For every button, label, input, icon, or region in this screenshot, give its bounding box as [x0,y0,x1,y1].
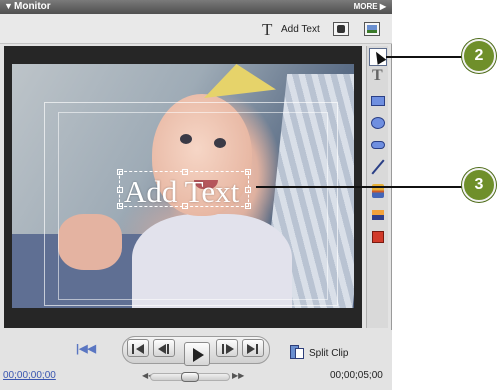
step-back-button[interactable] [153,339,175,357]
play-button[interactable] [184,342,210,366]
resize-handle[interactable] [245,203,251,209]
shuttle-right-icon[interactable]: ▶▶ [232,371,244,380]
collapse-triangle-icon[interactable]: ▼ [4,1,13,11]
monitor-panel: ▼ Monitor MORE ▶ T Add Text Add Text T |… [0,0,392,390]
clip-half [295,348,304,359]
split-clip-icon[interactable] [290,345,304,359]
go-to-in-point-button[interactable] [127,339,149,357]
more-label: MORE [353,2,378,11]
resize-handle[interactable] [117,203,123,209]
rounded-rectangle-icon [371,141,385,149]
shadow-icon [372,210,384,220]
callout-leader-line [256,186,466,188]
split-clip-button[interactable]: Split Clip [309,348,348,359]
type-tool-button[interactable]: T [369,67,387,86]
forward-icon [226,344,234,354]
bar-glyph [132,344,134,354]
duration-timecode: 00;00;05;00 [330,370,383,381]
panel-title-bar: ▼ Monitor MORE ▶ [0,0,392,14]
add-text-button[interactable]: Add Text [281,24,320,35]
image-button[interactable] [364,22,380,36]
resize-handle[interactable] [245,187,251,193]
go-to-start-icon[interactable]: |◀◀ [76,342,96,355]
resize-handle[interactable] [245,169,251,175]
next-icon [247,344,255,354]
more-menu-button[interactable]: MORE ▶ [354,2,386,11]
ellipse-icon [371,117,385,129]
go-to-out-point-button[interactable] [242,339,264,357]
play-icon [193,348,204,362]
freeze-frame-button[interactable] [333,22,349,36]
selection-tool-button[interactable] [369,48,387,66]
callout-leader-line [386,56,466,58]
callout-2: 2 [462,39,496,73]
stop-button[interactable] [369,228,387,246]
shadow-button[interactable] [369,206,387,224]
party-hat [204,64,276,98]
line-icon [371,159,385,175]
shuttle-slider[interactable] [150,372,230,382]
text-object[interactable]: Add Text [124,174,239,210]
bar-glyph [256,344,258,354]
panel-title: Monitor [14,1,51,12]
resize-handle[interactable] [117,187,123,193]
rounded-rectangle-tool-button[interactable] [369,136,387,154]
ellipse-tool-button[interactable] [369,114,387,132]
line-tool-button[interactable] [369,158,387,176]
type-icon: T [372,67,383,84]
resize-handle[interactable] [117,169,123,175]
text-tool-icon[interactable]: T [262,20,272,40]
rectangle-tool-button[interactable] [369,92,387,110]
color-properties-button[interactable] [369,182,387,200]
shuttle-knob[interactable] [181,372,199,382]
rewind-icon [158,344,166,354]
arrow-icon [371,49,387,65]
current-timecode[interactable]: 00;00;00;00 [3,370,56,381]
bar-glyph [167,344,169,354]
monitor-toolbar: T Add Text [0,14,392,44]
stop-icon [372,231,384,243]
step-back-icon [136,344,144,354]
transport-controls: |◀◀ ◀◀ ▶▶ Split Clip 00;00;00;00 00;00;0… [0,330,392,390]
step-forward-button[interactable] [216,339,238,357]
bar-glyph [222,344,224,354]
rectangle-icon [371,96,385,106]
callout-3: 3 [462,168,496,202]
